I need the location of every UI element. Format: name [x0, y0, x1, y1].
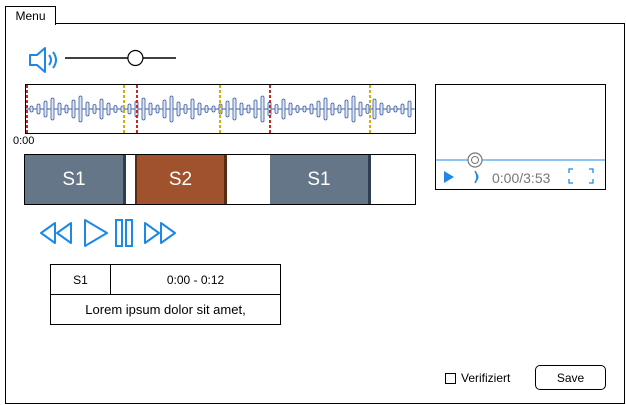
waveform-bar	[239, 102, 244, 116]
waveform-bar	[309, 103, 314, 115]
waveform-bar	[344, 99, 349, 119]
volume-slider[interactable]	[65, 48, 177, 73]
verify-label: Verifiziert	[461, 371, 511, 385]
waveform-bar	[50, 97, 55, 121]
waveform-bar	[316, 100, 321, 118]
waveform-bar	[365, 104, 370, 114]
fullscreen-icon[interactable]	[568, 168, 594, 184]
speaker-icon[interactable]	[28, 45, 62, 75]
segment-block[interactable]: S2	[135, 155, 227, 204]
rewind-icon[interactable]	[38, 220, 74, 246]
waveform-bar	[99, 98, 104, 120]
pause-icon[interactable]	[113, 218, 135, 248]
waveform-bar	[400, 103, 405, 115]
waveform-bar	[386, 105, 391, 113]
segment-transcript[interactable]: Lorem ipsum dolor sit amet,	[51, 295, 280, 324]
waveform-bar	[260, 95, 265, 123]
waveform-bar	[148, 102, 153, 116]
waveform-track[interactable]	[25, 84, 416, 134]
waveform-bar	[246, 104, 251, 114]
waveform-bar	[253, 99, 258, 119]
waveform-bar	[155, 104, 160, 114]
segment-block[interactable]: S1	[25, 155, 126, 204]
play-icon[interactable]	[82, 217, 110, 249]
waveform-bar	[106, 102, 111, 116]
waveform-bar	[197, 102, 202, 116]
waveform-bar	[372, 98, 377, 120]
waveform-bar	[64, 104, 69, 114]
checkbox-icon[interactable]	[445, 372, 456, 384]
segment-track: S1 S2 S1	[24, 154, 416, 205]
waveform-bar	[71, 99, 76, 119]
video-time: 0:00/3:53	[492, 170, 551, 186]
waveform-bar	[295, 105, 300, 113]
waveform-bar	[358, 101, 363, 117]
segment-time-range: 0:00 - 0:12	[111, 265, 280, 295]
waveform-bar	[43, 100, 48, 118]
waveform-bar	[225, 100, 230, 118]
waveform-bar	[274, 104, 279, 114]
waveform-bar	[393, 105, 398, 113]
waveform-bar	[57, 102, 62, 116]
video-player: 0:00/3:53	[435, 84, 606, 190]
waveform-bar	[281, 98, 286, 120]
waveform-bar	[204, 105, 209, 113]
waveform-bar	[141, 97, 146, 121]
waveform-bar	[407, 100, 412, 118]
waveform-bar	[323, 97, 328, 121]
video-play-icon[interactable]	[442, 170, 456, 184]
waveform-bar	[127, 103, 132, 115]
waveform-bar	[288, 102, 293, 116]
waveform-bar	[379, 102, 384, 116]
fast-forward-icon[interactable]	[142, 220, 178, 246]
waveform-bar	[113, 105, 118, 113]
verify-checkbox[interactable]: Verifiziert	[445, 371, 510, 385]
segment-detail-table: S1 0:00 - 0:12 Lorem ipsum dolor sit ame…	[50, 264, 281, 325]
waveform-bar	[337, 104, 342, 114]
waveform-bar	[78, 95, 83, 123]
waveform-bar	[176, 101, 181, 117]
app-window	[5, 23, 625, 404]
menu-tab[interactable]: Menu	[5, 6, 56, 25]
waveform-bar	[36, 103, 41, 115]
waveform-bar	[190, 98, 195, 120]
waveform-bar	[351, 95, 356, 123]
segment-block[interactable]: S1	[270, 155, 371, 204]
waveform-bar	[85, 101, 90, 117]
waveform-bar	[134, 100, 139, 118]
waveform-bar	[302, 105, 307, 113]
segment-speaker: S1	[51, 265, 111, 295]
volume-slider-thumb	[127, 49, 144, 67]
waveform-bar	[92, 104, 97, 114]
waveform-bar	[162, 99, 167, 119]
waveform-start-time: 0:00	[13, 135, 35, 147]
waveform-bar	[267, 101, 272, 117]
waveform-bar	[330, 102, 335, 116]
waveform-bar	[211, 105, 216, 113]
segment-label: S1	[62, 168, 86, 190]
segment-label: S1	[307, 168, 331, 190]
save-button[interactable]: Save	[535, 365, 606, 390]
video-volume-icon[interactable]	[472, 169, 482, 185]
waveform-bar	[232, 97, 237, 121]
waveform-bar	[29, 105, 34, 113]
segment-label: S2	[168, 168, 193, 190]
waveform-bar	[169, 95, 174, 123]
waveform-bar	[183, 104, 188, 114]
